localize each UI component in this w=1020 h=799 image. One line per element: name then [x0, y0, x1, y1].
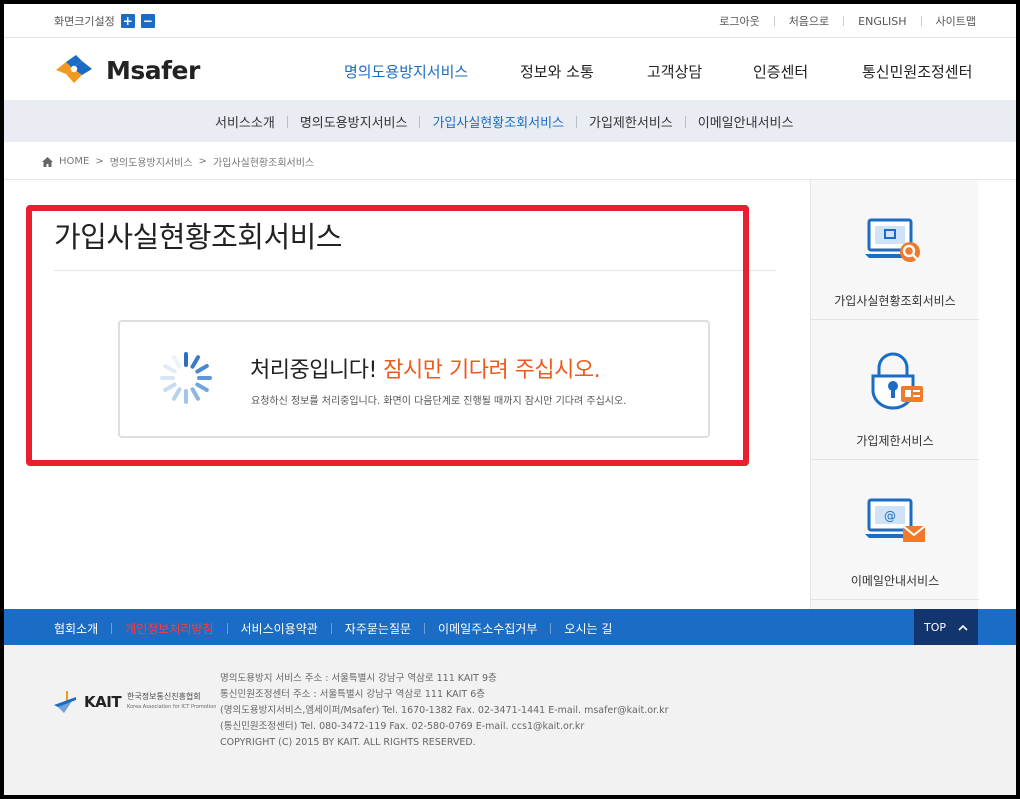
zoom-out-button[interactable]: − [140, 14, 155, 28]
lock-id-icon [871, 352, 923, 410]
divider [920, 16, 922, 26]
breadcrumb-home[interactable]: HOME [59, 156, 89, 167]
msafer-logo[interactable]: Msafer [52, 53, 200, 87]
subnav-item-identity-protection[interactable]: 명의도용방지서비스 [300, 112, 408, 131]
utility-bar: 화면크기설정 + − 로그아웃 처음으로 ENGLISH 사이트맵 [4, 4, 1016, 38]
kait-korean: 한국정보통신진흥협회 [127, 692, 201, 701]
chevron-up-icon [958, 624, 968, 631]
divider [330, 623, 332, 634]
quick-menu-sidebar: 가입사실현황조회서비스 가입제한서비스 @ 이메일안내서비스 [810, 180, 979, 610]
divider [550, 623, 552, 634]
kait-logo: KAIT 한국정보통신진흥협회 Korea Association for IC… [52, 691, 216, 713]
logout-link[interactable]: 로그아웃 [719, 13, 759, 29]
top-label: TOP [923, 620, 946, 634]
svg-text:@: @ [884, 509, 896, 523]
breadcrumb-current: 가입사실현황조회서비스 [212, 158, 315, 169]
utility-links: 로그아웃 처음으로 ENGLISH 사이트맵 [719, 13, 976, 29]
subnav-item-subscription-restriction[interactable]: 가입제한서비스 [589, 112, 673, 131]
home-icon[interactable] [42, 156, 53, 167]
subnav-item-intro[interactable]: 서비스소개 [215, 112, 275, 131]
gnb-item-customer-support[interactable]: 고객상담 [647, 61, 702, 82]
breadcrumb: HOME > 명의도용방지서비스 > 가입사실현황조회서비스 [42, 154, 314, 169]
home-link[interactable]: 처음으로 [789, 13, 829, 29]
footer-link-about[interactable]: 협회소개 [54, 620, 98, 637]
footer-contact-dispute: (통신민원조정센터) Tel. 080-3472-119 Fax. 02-580… [220, 721, 585, 732]
quick-menu-label: 가입사실현황조회서비스 [834, 294, 956, 308]
quick-menu-label: 이메일안내서비스 [850, 574, 940, 588]
footer-address-dispute: 통신민원조정센터 주소 : 서울특별시 강남구 역삼로 111 KAIT 6층 [220, 689, 485, 700]
divider [111, 623, 113, 634]
font-size-label: 화면크기설정 [54, 15, 115, 28]
quick-menu-subscription-restriction[interactable]: 가입제한서비스 [811, 320, 979, 460]
monitor-mail-icon: @ [865, 498, 926, 542]
divider [419, 115, 421, 128]
breadcrumb-separator: > [198, 156, 207, 167]
divider [843, 16, 845, 26]
quick-menu-email-notice[interactable]: @ 이메일안내서비스 [811, 460, 979, 600]
kait-logo-icon [54, 691, 76, 713]
footer-nav: 협회소개 개인정보처리방침 서비스이용약관 자주묻는질문 이메일주소수집거부 오… [4, 609, 1016, 645]
breadcrumb-separator: > [95, 156, 104, 167]
subnav-item-email-notice[interactable]: 이메일안내서비스 [698, 112, 794, 131]
breadcrumb-item[interactable]: 명의도용방지서비스 [110, 154, 193, 169]
gnb-item-info-communication[interactable]: 정보와 소통 [520, 61, 594, 82]
footer-link-terms[interactable]: 서비스이용약관 [241, 620, 318, 637]
footer-link-privacy-policy[interactable]: 개인정보처리방침 [125, 620, 213, 637]
footer-info: 명의도용방지 서비스 주소 : 서울특별시 강남구 역삼로 111 KAIT 9… [220, 671, 669, 751]
english-link[interactable]: ENGLISH [858, 15, 906, 28]
footer-address-msafer: 명의도용방지 서비스 주소 : 서울특별시 강남구 역삼로 111 KAIT 9… [220, 673, 497, 684]
gnb-item-dispute-center[interactable]: 통신민원조정센터 [862, 61, 972, 82]
divider [286, 115, 288, 128]
footer: KAIT 한국정보통신진흥협회 Korea Association for IC… [4, 645, 1016, 795]
divider [424, 623, 426, 634]
quick-menu-label: 가입제한서비스 [856, 434, 934, 448]
footer-link-faq[interactable]: 자주묻는질문 [345, 620, 411, 637]
footer-link-email-refusal[interactable]: 이메일주소수집거부 [438, 620, 537, 637]
font-size-setting: 화면크기설정 + − [54, 13, 155, 29]
divider [684, 115, 686, 128]
sitemap-link[interactable]: 사이트맵 [936, 13, 976, 29]
header: Msafer 명의도용방지서비스 정보와 소통 고객상담 인증센터 통신민원조정… [4, 39, 1016, 101]
zoom-in-button[interactable]: + [120, 14, 135, 28]
footer-link-directions[interactable]: 오시는 길 [564, 620, 612, 637]
page-frame: 화면크기설정 + − 로그아웃 처음으로 ENGLISH 사이트맵 Msafer [4, 4, 1016, 795]
logo-text: Msafer [106, 55, 200, 85]
divider [226, 623, 228, 634]
divider [773, 16, 775, 26]
kait-name: KAIT [84, 693, 122, 711]
sub-nav: 서비스소개 명의도용방지서비스 가입사실현황조회서비스 가입제한서비스 이메일안… [4, 100, 1016, 142]
quick-menu-subscription-inquiry[interactable]: 가입사실현황조회서비스 [811, 180, 979, 320]
highlight-annotation-box [26, 205, 749, 466]
top-button[interactable]: TOP [914, 609, 978, 645]
kait-english: Korea Association for ICT Promotion [127, 704, 217, 710]
msafer-logo-icon [56, 55, 92, 83]
kait-full-name: 한국정보통신진흥협회 Korea Association for ICT Pro… [127, 692, 216, 712]
footer-contact-msafer: (명의도용방지서비스,엠세이퍼/Msafer) Tel. 1670-1382 F… [220, 705, 669, 716]
subnav-item-subscription-inquiry[interactable]: 가입사실현황조회서비스 [432, 112, 564, 131]
gnb-item-identity-protection[interactable]: 명의도용방지서비스 [344, 61, 468, 82]
gnb-item-certification-center[interactable]: 인증센터 [753, 61, 808, 82]
divider [576, 115, 578, 128]
monitor-search-icon [865, 218, 920, 262]
footer-copyright: COPYRIGHT (C) 2015 BY KAIT. ALL RIGHTS R… [220, 737, 476, 748]
